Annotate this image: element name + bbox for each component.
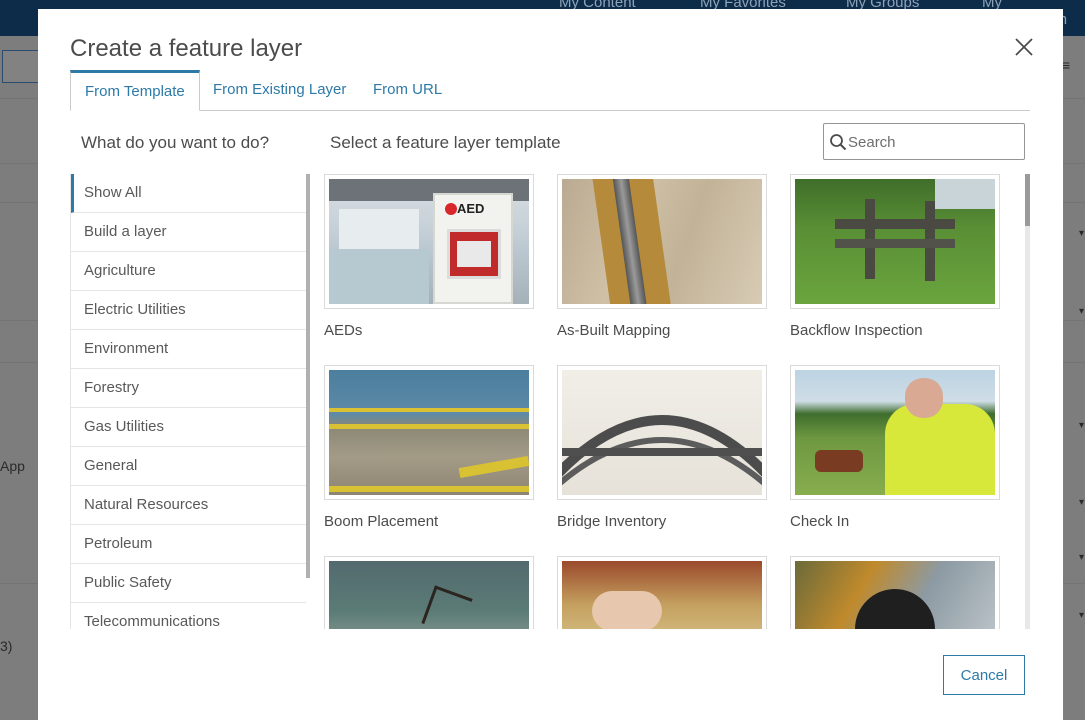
template-label: Boom Placement — [324, 513, 439, 530]
aed-sign-text: AED — [457, 201, 485, 216]
card-frame — [790, 556, 1000, 629]
category-agriculture[interactable]: Agriculture — [71, 252, 306, 291]
card-frame — [557, 365, 767, 500]
category-gas-utilities[interactable]: Gas Utilities — [71, 408, 306, 447]
boom-placement-thumbnail — [329, 370, 529, 495]
template-label: Backflow Inspection — [790, 322, 923, 339]
close-button[interactable] — [1014, 37, 1034, 57]
bg-dot-icon: ▾ — [1079, 610, 1085, 621]
dialog-title: Create a feature layer — [70, 35, 303, 62]
template-label: AEDs — [324, 322, 363, 339]
culvert-thumbnail — [795, 561, 995, 629]
bg-text-app: App — [0, 458, 25, 474]
template-scrollbar-thumb[interactable] — [1025, 174, 1030, 226]
close-icon — [1015, 38, 1033, 56]
as-built-mapping-thumbnail — [562, 179, 762, 304]
template-card-boom-placement[interactable]: Boom Placement — [324, 365, 534, 530]
card-frame — [557, 174, 767, 309]
bg-dot-icon: ▾ — [1079, 306, 1085, 317]
create-feature-layer-dialog: Create a feature layer From Template Fro… — [38, 9, 1063, 720]
search-icon — [830, 134, 847, 151]
aeds-thumbnail: AED — [329, 179, 529, 304]
template-scrollbar-track[interactable] — [1025, 174, 1030, 629]
card-frame — [790, 174, 1000, 309]
category-list: Show All Build a layer Agriculture Elect… — [70, 174, 306, 629]
template-card-culvert[interactable] — [790, 556, 1000, 629]
template-label: Check In — [790, 513, 850, 530]
bg-dot-icon: ▾ — [1079, 228, 1085, 239]
search-input[interactable] — [848, 130, 1018, 154]
category-public-safety[interactable]: Public Safety — [71, 564, 306, 603]
bg-menu-icon: ≡ — [1062, 57, 1071, 73]
category-petroleum[interactable]: Petroleum — [71, 525, 306, 564]
template-heading: Select a feature layer template — [330, 133, 561, 152]
category-electric-utilities[interactable]: Electric Utilities — [71, 291, 306, 330]
category-telecommunications[interactable]: Telecommunications — [71, 603, 306, 629]
template-card-as-built-mapping[interactable]: As-Built Mapping — [557, 174, 767, 339]
check-in-thumbnail — [795, 370, 995, 495]
category-general[interactable]: General — [71, 447, 306, 486]
tab-bar: From Template From Existing Layer From U… — [70, 70, 1030, 111]
template-card-crop[interactable] — [557, 556, 767, 629]
bridge-inventory-thumbnail — [562, 370, 762, 495]
bg-dot-icon: ▾ — [1079, 420, 1085, 431]
tab-from-url[interactable]: From URL — [359, 70, 456, 111]
category-environment[interactable]: Environment — [71, 330, 306, 369]
template-card-aeds[interactable]: AED AEDs — [324, 174, 534, 339]
template-card-backflow-inspection[interactable]: Backflow Inspection — [790, 174, 1000, 339]
template-card-wildlife[interactable] — [324, 556, 534, 629]
crop-thumbnail — [562, 561, 762, 629]
tab-from-template[interactable]: From Template — [70, 70, 200, 111]
card-frame: AED — [324, 174, 534, 309]
bg-dot-icon: ▾ — [1079, 552, 1085, 563]
card-frame — [324, 365, 534, 500]
bg-input-box — [2, 50, 42, 83]
category-show-all[interactable]: Show All — [71, 174, 306, 213]
cancel-button[interactable]: Cancel — [943, 655, 1025, 695]
bg-text-count: 3) — [0, 638, 13, 654]
category-natural-resources[interactable]: Natural Resources — [71, 486, 306, 525]
wildlife-thumbnail — [329, 561, 529, 629]
card-frame — [324, 556, 534, 629]
search-box — [823, 123, 1025, 160]
template-card-bridge-inventory[interactable]: Bridge Inventory — [557, 365, 767, 530]
tab-from-existing-layer[interactable]: From Existing Layer — [199, 70, 360, 111]
category-scrollbar[interactable] — [306, 174, 310, 578]
backflow-inspection-thumbnail — [795, 179, 995, 304]
template-card-check-in[interactable]: Check In — [790, 365, 1000, 530]
bg-dot-icon: ▾ — [1079, 497, 1085, 508]
template-label: As-Built Mapping — [557, 322, 671, 339]
card-frame — [790, 365, 1000, 500]
card-frame — [557, 556, 767, 629]
category-build-a-layer[interactable]: Build a layer — [71, 213, 306, 252]
template-grid: AED AEDs As-Built Mapping Backflow Inspe… — [324, 174, 1024, 629]
category-forestry[interactable]: Forestry — [71, 369, 306, 408]
template-label: Bridge Inventory — [557, 513, 667, 530]
category-heading: What do you want to do? — [81, 133, 270, 152]
